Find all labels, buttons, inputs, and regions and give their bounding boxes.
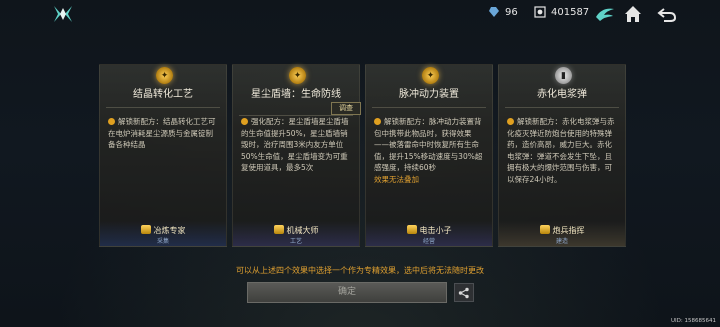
bullet-icon — [241, 118, 248, 125]
role-label: 建造 — [555, 238, 568, 245]
coin-value: 401587 — [551, 6, 590, 18]
gold-emblem-icon: ✦ — [422, 67, 439, 84]
bullet-icon — [507, 118, 514, 125]
confirm-button[interactable]: 确定 — [247, 282, 447, 303]
role-label: 经营 — [422, 238, 435, 245]
specialist-icon — [406, 225, 417, 234]
divider — [106, 107, 220, 108]
effect-card-1[interactable]: ✦ 结晶转化工艺 解锁新配方：结晶转化工艺可在电炉消耗星尘源质与金属锭制备各种结… — [99, 64, 227, 247]
role-label: 采集 — [156, 238, 169, 245]
crystal-counter: 96 — [488, 6, 518, 18]
wing-emblem-icon[interactable] — [594, 3, 616, 25]
home-icon[interactable] — [622, 3, 644, 25]
specialist-label: 冶炼专家 — [100, 225, 226, 236]
description-text: 解锁新配方：赤化电浆弹与赤化疫灭弹近防炮台使用的特殊弹药，造价高昂，威力巨大。赤… — [507, 117, 615, 184]
no-stack-warning: 效果无法叠加 — [374, 174, 419, 184]
card-description: 解锁新配方：结晶转化工艺可在电炉消耗星尘源质与金属锭制备各种结晶 — [108, 116, 220, 151]
specialist-name: 电击小子 — [419, 226, 452, 235]
divider — [505, 107, 619, 108]
specialist-label: 电击小子 — [366, 225, 492, 236]
specialist-icon — [140, 225, 151, 234]
game-logo-icon — [54, 6, 72, 22]
description-text: 解锁新配方：脉冲动力装置背包中携带此物品时，获得效果——被落雷命中时恢复所有生命… — [374, 117, 483, 172]
bullet-icon — [374, 118, 381, 125]
card-title: 星尘盾墙：生命防线 — [251, 89, 341, 100]
coin-icon — [534, 6, 546, 18]
specialist-label: 炮兵指挥 — [499, 225, 625, 236]
silver-emblem-icon: ▮ — [555, 67, 572, 84]
card-title: 脉冲动力装置 — [399, 89, 459, 100]
effect-card-3[interactable]: ✦ 脉冲动力装置 解锁新配方：脉冲动力装置背包中携带此物品时，获得效果——被落雷… — [365, 64, 493, 247]
specialist-name: 冶炼专家 — [153, 226, 186, 235]
specialist-icon — [539, 225, 550, 234]
gold-emblem-icon: ✦ — [289, 67, 306, 84]
card-title: 结晶转化工艺 — [133, 89, 193, 100]
crystal-value: 96 — [505, 6, 518, 18]
share-button[interactable] — [454, 283, 474, 302]
bullet-icon — [108, 118, 115, 125]
specialist-label: 机械大师 — [233, 225, 359, 236]
description-text: 强化配方：星尘盾墙星尘盾墙的生命值提升50%，星尘盾墙销毁时，治疗周围3米内友方… — [241, 117, 349, 172]
description-text: 解锁新配方：结晶转化工艺可在电炉消耗星尘源质与金属锭制备各种结晶 — [108, 117, 216, 149]
crystal-icon — [489, 7, 499, 17]
card-description: 解锁新配方：脉冲动力装置背包中携带此物品时，获得效果——被落雷命中时恢复所有生命… — [374, 116, 486, 185]
specialist-name: 炮兵指挥 — [552, 226, 585, 235]
selection-notice: 可以从上述四个效果中选择一个作为专精效果，选中后将无法随时更改 — [236, 266, 484, 275]
back-icon[interactable] — [656, 3, 678, 25]
gold-emblem-icon: ✦ — [156, 67, 173, 84]
effect-card-2[interactable]: ✦ 星尘盾墙：生命防线 调查 强化配方：星尘盾墙星尘盾墙的生命值提升50%，星尘… — [232, 64, 361, 247]
coin-counter: 401587 — [534, 6, 589, 18]
specialist-icon — [273, 225, 284, 234]
effect-card-4[interactable]: ▮ 赤化电浆弹 解锁新配方：赤化电浆弹与赤化疫灭弹近防炮台使用的特殊弹药，造价高… — [498, 64, 626, 247]
card-description: 强化配方：星尘盾墙星尘盾墙的生命值提升50%，星尘盾墙销毁时，治疗周围3米内友方… — [241, 116, 353, 174]
card-title: 赤化电浆弹 — [537, 89, 587, 100]
role-label: 工艺 — [289, 238, 302, 245]
specialist-name: 机械大师 — [286, 226, 319, 235]
share-icon — [458, 287, 469, 298]
divider — [372, 107, 486, 108]
uid-label: UID: 158685641 — [671, 318, 716, 324]
investigate-tag[interactable]: 调查 — [331, 102, 361, 115]
top-bar: 96 401587 — [0, 0, 720, 28]
card-description: 解锁新配方：赤化电浆弹与赤化疫灭弹近防炮台使用的特殊弹药，造价高昂，威力巨大。赤… — [507, 116, 619, 185]
